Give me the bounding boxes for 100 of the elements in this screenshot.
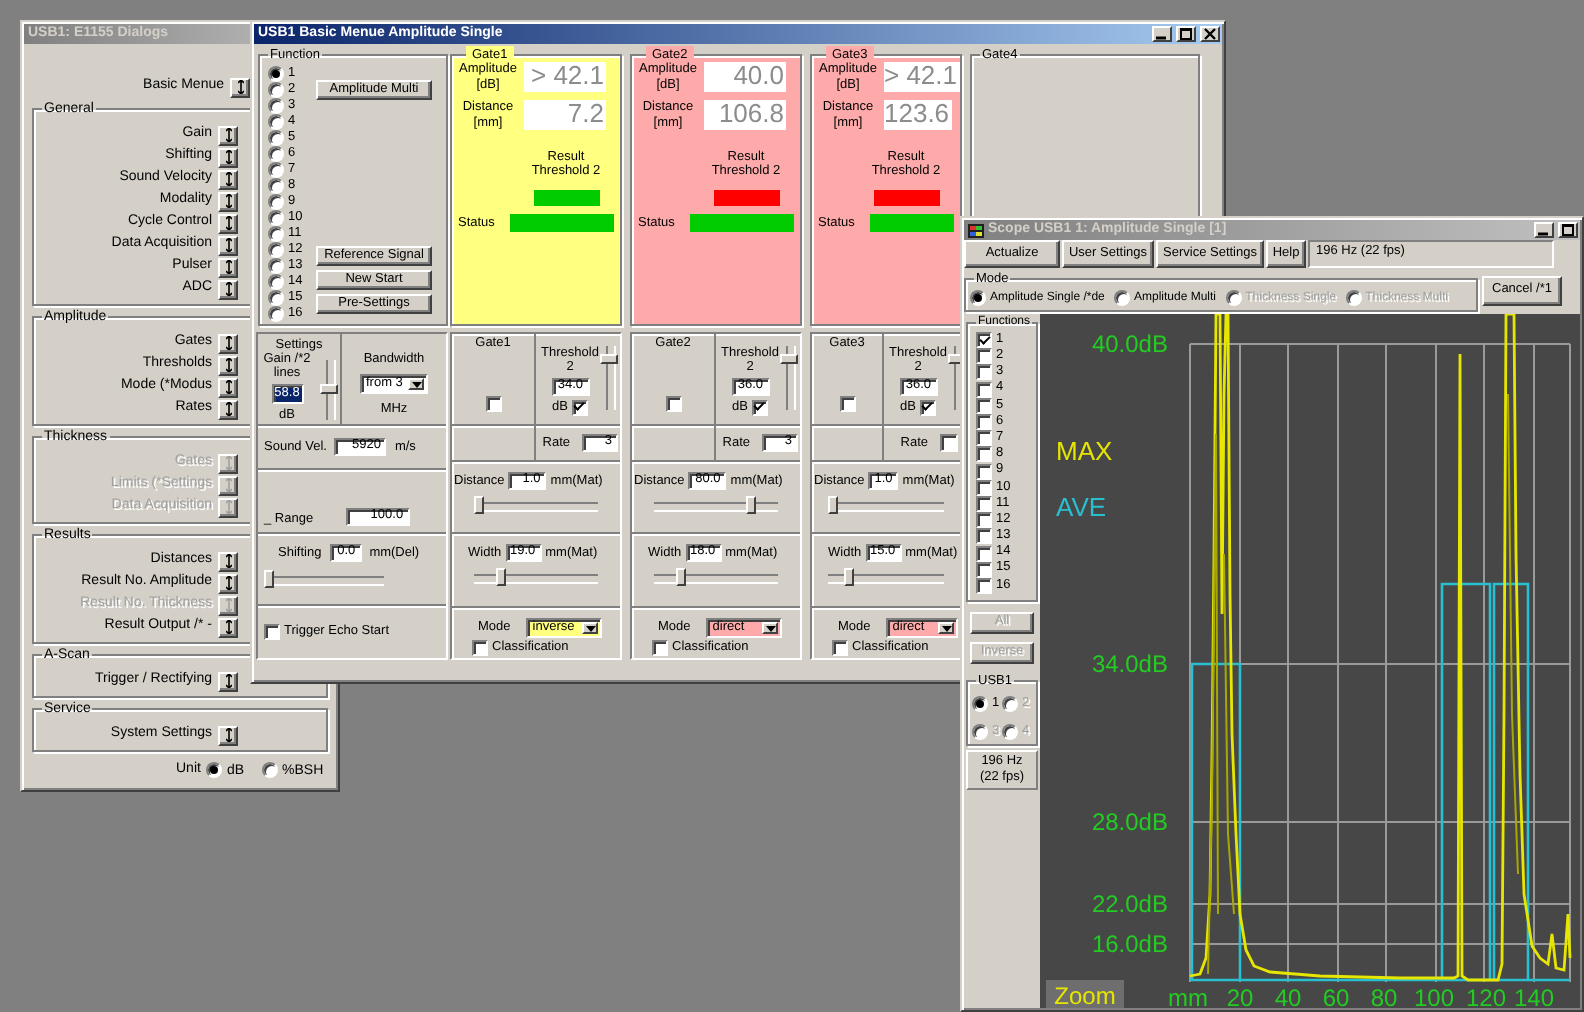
caret-icon — [765, 625, 776, 631]
open-button[interactable] — [218, 125, 238, 145]
distance-value: 106.8 — [704, 100, 786, 130]
open-button[interactable] — [218, 725, 238, 745]
open-button[interactable] — [218, 551, 238, 571]
slider-thumb[interactable] — [264, 570, 274, 588]
slider[interactable] — [600, 346, 618, 410]
slider[interactable] — [780, 346, 798, 410]
open-button[interactable] — [218, 355, 238, 375]
open-button[interactable] — [218, 257, 238, 277]
legend-label: AVE — [1056, 492, 1107, 522]
open-button[interactable] — [218, 333, 238, 353]
amplitude-value: > 42.1 — [524, 62, 606, 92]
axis-label: 20 — [1226, 984, 1254, 1008]
axis-label: 80 — [1370, 984, 1398, 1008]
double-arrow-icon — [225, 260, 231, 274]
double-arrow-icon — [225, 620, 231, 634]
legend-label: MAX — [1056, 436, 1113, 466]
open-button[interactable] — [218, 399, 238, 419]
double-arrow-icon — [225, 128, 231, 142]
app-icon — [968, 223, 984, 237]
slider[interactable] — [828, 496, 944, 514]
double-arrow-icon — [225, 172, 231, 186]
slider[interactable] — [828, 568, 944, 586]
maximize-icon — [1562, 224, 1574, 236]
axis-label: mm — [1168, 984, 1208, 1008]
checkbox[interactable] — [665, 396, 681, 412]
maximize-button[interactable] — [1558, 222, 1578, 238]
axis-label: 60 — [1322, 984, 1350, 1008]
axis-label: 16.0dB — [1091, 930, 1168, 958]
double-arrow-icon — [225, 216, 231, 230]
slider-thumb[interactable] — [745, 496, 756, 514]
slider-thumb[interactable] — [843, 568, 854, 586]
double-arrow-icon — [225, 336, 231, 350]
amplitude-value: 40.0 — [704, 62, 786, 92]
slider[interactable] — [264, 570, 384, 588]
double-arrow-icon — [225, 402, 231, 416]
open-button[interactable] — [218, 147, 238, 167]
checkbox[interactable] — [571, 399, 588, 416]
double-arrow-icon — [225, 478, 231, 492]
caret-icon — [411, 381, 421, 388]
double-arrow-icon — [225, 282, 231, 296]
axis-label: 34.0dB — [1091, 650, 1168, 678]
slider-thumb[interactable] — [780, 354, 798, 365]
slider-thumb[interactable] — [828, 496, 838, 514]
rate-field[interactable] — [940, 434, 958, 452]
double-arrow-icon — [225, 576, 231, 590]
checkbox[interactable] — [919, 399, 936, 416]
close-button[interactable] — [1200, 26, 1220, 42]
slider[interactable] — [654, 568, 778, 586]
minimize-button[interactable] — [1534, 222, 1554, 238]
double-arrow-icon — [225, 598, 231, 612]
slider-thumb[interactable] — [496, 568, 507, 586]
maximize-button[interactable] — [1176, 26, 1196, 42]
double-arrow-icon — [225, 238, 231, 252]
double-arrow-icon — [225, 500, 231, 514]
slider[interactable] — [948, 346, 966, 410]
minimize-button[interactable] — [1152, 26, 1172, 42]
maximize-icon — [1180, 28, 1192, 40]
open-button[interactable] — [218, 279, 238, 299]
slider[interactable] — [319, 359, 337, 420]
open-button[interactable] — [218, 213, 238, 233]
open-button[interactable] — [218, 617, 238, 637]
slider-thumb[interactable] — [319, 384, 337, 395]
zoom-button[interactable]: Zoom — [1046, 980, 1124, 1008]
axis-label: 40.0dB — [1091, 330, 1168, 358]
open-button[interactable] — [218, 377, 238, 397]
checkbox[interactable] — [485, 396, 501, 412]
open-button[interactable] — [218, 235, 238, 255]
double-arrow-icon — [225, 554, 231, 568]
axis-label: 22.0dB — [1091, 890, 1168, 918]
double-arrow-icon — [225, 194, 231, 208]
close-icon — [1204, 28, 1216, 40]
distance-value: 7.2 — [524, 100, 606, 130]
double-arrow-icon — [225, 150, 231, 164]
slider-thumb[interactable] — [676, 568, 687, 586]
open-button[interactable] — [218, 191, 238, 211]
axis-label: 40 — [1274, 984, 1302, 1008]
slider[interactable] — [474, 568, 598, 586]
axis-label: 100 — [1413, 984, 1455, 1008]
slider-thumb[interactable] — [600, 354, 618, 365]
double-arrow-icon — [237, 80, 243, 94]
caret-icon — [941, 625, 952, 631]
checkbox[interactable] — [839, 396, 855, 412]
slider[interactable] — [654, 496, 778, 514]
distance-value: 123.6 — [884, 100, 952, 130]
double-arrow-icon — [225, 358, 231, 372]
open-button[interactable] — [218, 169, 238, 189]
checkbox[interactable] — [751, 399, 768, 416]
double-arrow-icon — [225, 674, 231, 688]
caret-icon — [585, 625, 596, 631]
slider[interactable] — [474, 496, 598, 514]
open-button[interactable] — [218, 671, 238, 691]
double-arrow-icon — [225, 728, 231, 742]
open-button[interactable] — [218, 573, 238, 593]
double-arrow-icon — [225, 380, 231, 394]
axis-label: 120 — [1465, 984, 1507, 1008]
slider-thumb[interactable] — [474, 496, 484, 514]
axis-label: 28.0dB — [1091, 808, 1168, 836]
open-button[interactable] — [230, 77, 250, 97]
